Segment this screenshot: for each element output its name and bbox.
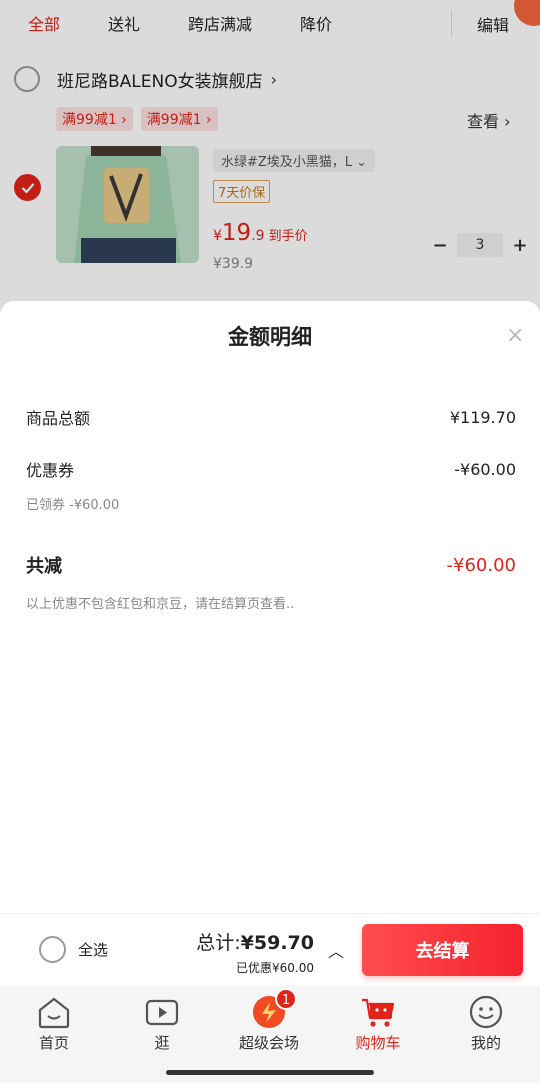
cart-icon — [360, 994, 396, 1030]
select-all-checkbox[interactable] — [39, 936, 66, 963]
price-symbol: ¥ — [213, 228, 222, 244]
coupon-tag[interactable]: 满99减1 › — [140, 107, 218, 131]
tab-price-drop[interactable]: 降价 — [300, 11, 332, 35]
cart-background: 全部 送礼 跨店满减 降价 编辑 班尼路BALENO女装旗舰店 › 满99减1 … — [0, 0, 540, 330]
final-price: ¥19.9 到手价 — [213, 220, 308, 246]
tab-cross-store-discount[interactable]: 跨店满减 — [188, 11, 252, 35]
tab-cart[interactable]: 购物车 — [333, 994, 423, 1053]
home-indicator[interactable] — [166, 1070, 374, 1075]
coupon-tags: 满99减1 › 满99减1 › — [56, 107, 226, 131]
view-coupons-link[interactable]: 查看 › — [467, 108, 511, 132]
chevron-right-icon: › — [270, 69, 278, 89]
price-protection-badge: 7天价保 — [213, 180, 271, 203]
shop-select-checkbox[interactable] — [14, 66, 40, 92]
close-icon[interactable]: × — [506, 325, 524, 347]
notification-badge: 1 — [275, 988, 297, 1010]
play-icon — [144, 994, 180, 1030]
tab-home[interactable]: 首页 — [9, 994, 99, 1053]
disclaimer-text: 以上优惠不包含红包和京豆，请在结算页查看.. — [26, 597, 295, 612]
coupon-label: 优惠券 — [26, 461, 75, 480]
tab-label: 我的 — [470, 1034, 501, 1052]
shop-header[interactable]: 班尼路BALENO女装旗舰店 › — [14, 62, 277, 96]
total-reduce-value: -¥60.00 — [446, 554, 516, 576]
price-decimal: .9 — [251, 228, 265, 244]
increase-button[interactable]: + — [512, 235, 528, 256]
smile-face-icon — [468, 994, 504, 1030]
saved-amount: 已优惠¥60.00 — [236, 961, 314, 975]
sheet-title: 金额明细 — [228, 325, 312, 349]
checkout-button[interactable]: 去结算 — [362, 924, 523, 976]
price-tail: 到手价 — [268, 229, 308, 244]
tab-mine[interactable]: 我的 — [441, 994, 531, 1053]
tab-gift[interactable]: 送礼 — [108, 11, 140, 35]
checkout-bar: 全选 总计:¥59.70 已优惠¥60.00 ︿ 去结算 — [0, 913, 540, 986]
select-all-label: 全选 — [78, 941, 109, 959]
coupon-row: 优惠券 -¥60.00 — [26, 457, 516, 481]
tab-browse[interactable]: 逛 — [117, 994, 207, 1053]
edit-button[interactable]: 编辑 — [477, 12, 509, 36]
item-select-checkbox[interactable] — [14, 174, 41, 201]
original-price: ¥39.9 — [213, 256, 254, 272]
price-main: 19 — [221, 220, 252, 246]
product-image — [56, 146, 199, 263]
total-reduce-label: 共减 — [26, 556, 62, 577]
super-venue-icon: 1 — [251, 988, 297, 1030]
tab-label: 首页 — [38, 1034, 69, 1052]
tab-divider — [451, 10, 452, 36]
coupon-value: -¥60.00 — [454, 459, 516, 479]
goods-total-value: ¥119.70 — [449, 407, 516, 427]
home-icon — [36, 994, 72, 1030]
quantity-stepper: − 3 + — [432, 233, 528, 257]
total-reduce-row: 共减 -¥60.00 — [26, 552, 516, 578]
check-icon — [21, 182, 34, 193]
tab-label: 逛 — [154, 1034, 170, 1052]
tab-super-venue[interactable]: 1 超级会场 — [224, 988, 314, 1053]
decrease-button[interactable]: − — [432, 235, 448, 256]
goods-total-row: 商品总额 ¥119.70 — [26, 405, 516, 429]
tab-label: 购物车 — [355, 1034, 401, 1052]
total-prefix: 总计: — [196, 932, 241, 954]
coupon-note: 已领券 -¥60.00 — [26, 498, 120, 513]
quantity-input[interactable]: 3 — [457, 233, 503, 257]
filter-tabs: 全部 送礼 跨店满减 降价 编辑 — [0, 0, 540, 46]
chevron-up-icon[interactable]: ︿ — [328, 938, 344, 962]
total-amount: 总计:¥59.70 — [196, 928, 314, 955]
bottom-tab-bar: 首页 逛 1 超级会场 购物车 我的 — [0, 986, 540, 1083]
coupon-tag[interactable]: 满99减1 › — [56, 107, 133, 131]
amount-detail-sheet: 金额明细 × 商品总额 ¥119.70 优惠券 -¥60.00 已领券 -¥60… — [0, 301, 540, 913]
product-thumbnail[interactable] — [56, 146, 199, 263]
tab-label: 超级会场 — [238, 1034, 299, 1052]
tab-all[interactable]: 全部 — [28, 11, 60, 35]
total-value: ¥59.70 — [240, 932, 314, 954]
select-all-toggle[interactable]: 全选 — [27, 936, 108, 963]
goods-total-label: 商品总额 — [26, 409, 91, 428]
sku-selector[interactable]: 水绿#Z埃及小黑猫，L ⌄ — [213, 149, 376, 172]
shop-name[interactable]: 班尼路BALENO女装旗舰店 — [57, 67, 263, 92]
